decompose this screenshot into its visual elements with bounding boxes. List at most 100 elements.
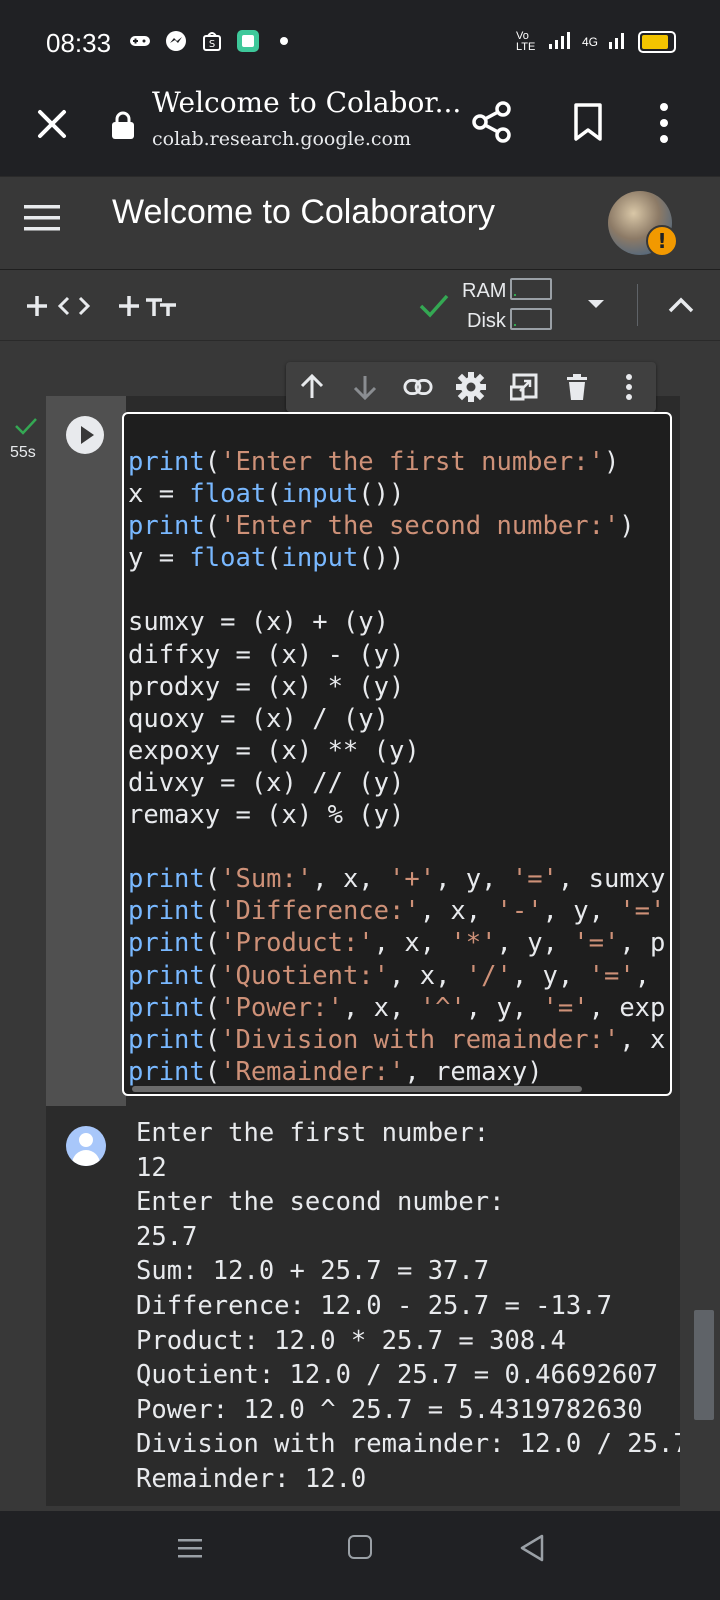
move-down-icon[interactable] — [350, 372, 380, 402]
output-text: Enter the first number: 12 Enter the sec… — [136, 1116, 680, 1497]
disk-label[interactable]: Disk — [467, 310, 506, 333]
output-line: 25.7 — [136, 1221, 198, 1252]
code-token: float — [189, 479, 267, 510]
code-line[interactable]: x = float(input()) — [128, 479, 404, 509]
code-token: print — [128, 992, 205, 1023]
share-icon[interactable] — [470, 100, 514, 144]
more-notifications-dot-icon — [272, 30, 296, 52]
output-line: Power: 12.0 ^ 25.7 = 5.4319782630 — [136, 1394, 643, 1425]
code-line[interactable]: remaxy = (x) % (y) — [128, 800, 404, 830]
code-token: '^' — [419, 992, 466, 1023]
code-line[interactable]: quoxy = (x) / (y) — [128, 704, 389, 734]
code-token: sumxy = (x) + (y) — [128, 607, 389, 638]
code-token: prodxy = (x) * (y) — [128, 671, 405, 702]
code-token: , x, — [342, 992, 420, 1023]
code-token: '=' — [542, 992, 589, 1023]
code-token: ( — [266, 479, 282, 510]
notebook-title[interactable]: Welcome to Colaboratory — [112, 193, 495, 232]
code-token: ) — [619, 511, 635, 542]
code-token: , y, — [435, 864, 512, 895]
add-code-cell-button[interactable] — [24, 292, 100, 320]
code-line[interactable]: print('Power:', x, '^', y, '=', exp — [128, 993, 665, 1023]
runtime-dropdown-caret-icon[interactable] — [588, 300, 604, 308]
add-text-cell-button[interactable] — [116, 292, 180, 320]
recent-apps-icon[interactable] — [176, 1537, 204, 1559]
cell-more-vert-icon[interactable] — [614, 372, 644, 402]
code-line[interactable]: print('Enter the first number:') — [128, 447, 619, 477]
code-line[interactable]: print('Enter the second number:') — [128, 511, 635, 541]
code-token: ( — [204, 992, 221, 1023]
code-line[interactable]: print('Sum:', x, '+', y, '=', sumxy — [128, 864, 665, 894]
move-up-icon[interactable] — [297, 372, 327, 402]
code-token: '*' — [450, 928, 497, 959]
output-line: Sum: 12.0 + 25.7 = 37.7 — [136, 1256, 490, 1287]
code-token: , x, — [419, 896, 497, 927]
code-line[interactable]: print('Quotient:', x, '/', y, '=', — [128, 961, 650, 991]
code-token: 'Product:' — [220, 928, 374, 959]
code-token: '/' — [465, 960, 512, 991]
code-token: , x, — [373, 928, 451, 959]
mirror-cell-icon[interactable] — [509, 372, 539, 402]
code-token: ( — [204, 1056, 221, 1087]
code-line[interactable]: print('Division with remainder:', x — [128, 1025, 665, 1055]
browser-url[interactable]: colab.research.google.com — [152, 128, 411, 150]
vertical-scrollbar[interactable] — [694, 1310, 714, 1420]
output-line: Enter the second number: — [136, 1187, 505, 1218]
code-line[interactable]: prodxy = (x) * (y) — [128, 672, 404, 702]
code-line[interactable]: y = float(input()) — [128, 543, 404, 573]
code-token: remaxy = (x) % (y) — [128, 800, 405, 831]
status-notification-icons: S — [128, 30, 296, 52]
code-token: 'Division with remainder:' — [220, 1024, 620, 1055]
code-text[interactable]: print('Enter the first number:') x = flo… — [128, 446, 665, 1088]
code-token: ( — [266, 543, 282, 574]
lock-icon[interactable] — [110, 110, 136, 140]
code-line[interactable]: print('Difference:', x, '-', y, '=' — [128, 896, 665, 926]
chevron-up-icon[interactable] — [666, 292, 696, 318]
code-token: , sumxy — [557, 864, 666, 895]
browser-page-title[interactable]: Welcome to Colabor... — [152, 86, 461, 119]
code-line[interactable]: divxy = (x) // (y) — [128, 768, 404, 798]
code-token: '=' — [573, 928, 620, 959]
hamburger-menu-icon[interactable] — [24, 203, 60, 233]
code-token: ()) — [358, 479, 405, 510]
bookmark-icon[interactable] — [572, 102, 604, 142]
home-icon[interactable] — [348, 1535, 372, 1559]
code-line[interactable]: sumxy = (x) + (y) — [128, 607, 389, 637]
output-user-icon[interactable] — [66, 1126, 106, 1166]
signal-4g-icon — [608, 30, 628, 53]
execution-time: 55s — [10, 444, 36, 461]
notebook-toolbar: RAM Disk — [0, 270, 720, 341]
code-token: ( — [204, 928, 221, 959]
code-line[interactable]: print('Remainder:', remaxy) — [128, 1057, 543, 1087]
horizontal-scrollbar[interactable] — [132, 1086, 582, 1092]
code-token: divxy = (x) // (y) — [128, 767, 405, 798]
signal-icon — [548, 30, 572, 53]
ram-meter[interactable] — [510, 278, 552, 300]
close-icon[interactable] — [32, 104, 72, 144]
back-icon[interactable] — [518, 1533, 546, 1563]
code-token: print — [128, 928, 205, 959]
code-editor[interactable]: print('Enter the first number:') x = flo… — [122, 412, 672, 1096]
code-token: , x, — [389, 960, 466, 991]
code-token: float — [189, 543, 267, 574]
status-bar: 08:33 S Vo LTE 4G — [0, 0, 720, 80]
code-token: print — [128, 447, 205, 477]
link-icon[interactable] — [403, 372, 433, 402]
code-token: ( — [204, 447, 221, 477]
code-token: 'Power:' — [220, 992, 343, 1023]
ram-label[interactable]: RAM — [462, 280, 506, 303]
run-cell-button[interactable] — [66, 416, 104, 454]
output-line: Division with remainder: 12.0 / 25.7 — [136, 1429, 680, 1460]
settings-gear-icon[interactable] — [455, 372, 486, 402]
connected-check-icon[interactable] — [418, 292, 450, 320]
app-notification-icon — [236, 30, 260, 52]
delete-trash-icon[interactable] — [562, 372, 592, 402]
code-token: ) — [603, 447, 620, 477]
more-vert-icon[interactable] — [656, 100, 672, 146]
disk-meter[interactable] — [510, 308, 552, 330]
code-line[interactable]: expoxy = (x) ** (y) — [128, 736, 420, 766]
warning-icon[interactable]: ! — [646, 225, 678, 257]
code-line[interactable]: diffxy = (x) - (y) — [128, 640, 404, 670]
code-token: '+' — [389, 864, 436, 895]
code-line[interactable]: print('Product:', x, '*', y, '=', p — [128, 928, 665, 958]
